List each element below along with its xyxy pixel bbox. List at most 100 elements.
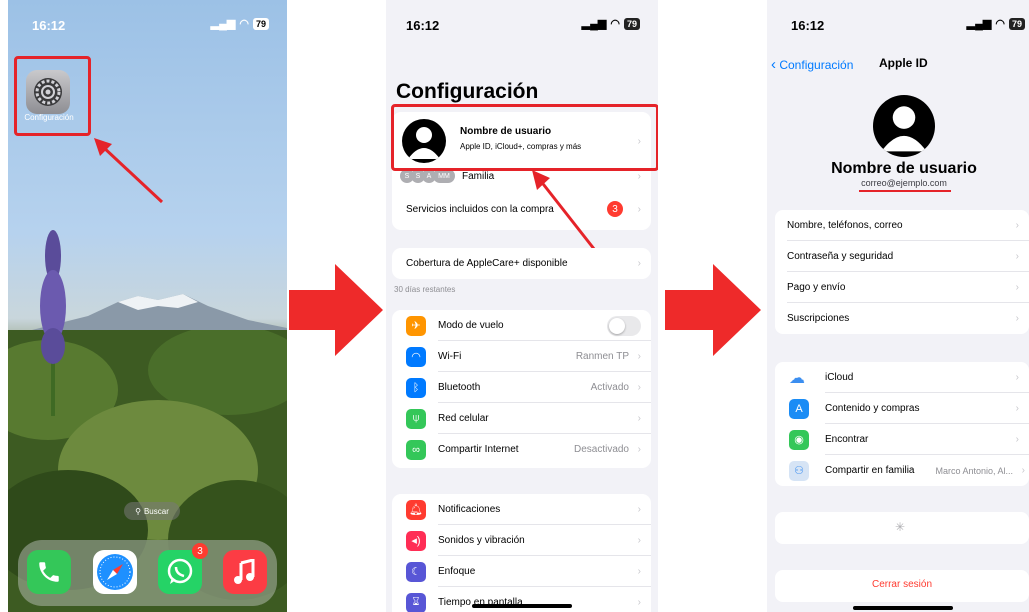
chevron-right-icon: › bbox=[637, 382, 641, 393]
home-indicator bbox=[853, 606, 953, 610]
home-screen: 16:12 ▂▄▆ ◠ 79 Configuración ⚲ Buscar 3 bbox=[8, 0, 287, 612]
search-icon: ⚲ bbox=[135, 506, 141, 516]
row-label: Compartir Internet bbox=[438, 444, 519, 455]
row-label: Contenido y compras bbox=[825, 403, 920, 414]
notifications-row[interactable]: 🔔︎ Notificaciones › bbox=[392, 494, 651, 525]
family-icon: ⚇ bbox=[789, 460, 809, 481]
family-avatar: MM bbox=[433, 169, 455, 183]
applecare-note: 30 días restantes bbox=[394, 285, 456, 294]
row-value: Ranmen TP bbox=[575, 351, 629, 362]
account-row[interactable]: Nombre, teléfonos, correo › bbox=[775, 210, 1029, 241]
icloud-row[interactable]: ☁ iCloud › bbox=[775, 362, 1029, 393]
signal-icon: ▂▄▆ bbox=[210, 18, 236, 30]
row-label: Modo de vuelo bbox=[438, 320, 504, 331]
speaker-icon: ◂) bbox=[406, 530, 426, 551]
row-label: Sonidos y vibración bbox=[438, 535, 525, 546]
wifi-icon: ◠ bbox=[995, 18, 1005, 30]
battery-icon: 79 bbox=[252, 17, 269, 30]
chevron-right-icon: › bbox=[637, 258, 641, 269]
chevron-right-icon: › bbox=[637, 413, 641, 424]
account-email: correo@ejemplo.com bbox=[861, 178, 947, 188]
airplane-mode-row[interactable]: ✈ Modo de vuelo bbox=[392, 310, 651, 341]
sign-out-card[interactable]: Cerrar sesión bbox=[775, 570, 1029, 602]
wifi-icon: ◠ bbox=[406, 346, 426, 367]
chevron-right-icon: › bbox=[637, 566, 641, 577]
account-card: Nombre, teléfonos, correo › Contraseña y… bbox=[775, 210, 1029, 334]
bluetooth-row[interactable]: ᛒ Bluetooth Activado › bbox=[392, 372, 651, 403]
chevron-right-icon: › bbox=[1015, 313, 1019, 324]
chevron-right-icon: › bbox=[1021, 465, 1025, 476]
loading-card: ✳ bbox=[775, 512, 1029, 544]
wifi-row[interactable]: ◠ Wi-Fi Ranmen TP › bbox=[392, 341, 651, 372]
music-note-icon bbox=[234, 559, 255, 584]
page-title: Configuración bbox=[396, 80, 539, 103]
signal-icon: ▂▄▆ bbox=[966, 18, 992, 30]
search-pill[interactable]: ⚲ Buscar bbox=[124, 502, 180, 520]
row-label: Suscripciones bbox=[787, 313, 850, 324]
airplane-icon: ✈ bbox=[406, 315, 426, 336]
safari-app-icon[interactable] bbox=[93, 550, 137, 594]
home-indicator bbox=[472, 604, 572, 608]
row-label: Enfoque bbox=[438, 566, 476, 577]
family-sharing-row[interactable]: ⚇ Compartir en familia Marco Antonio, Al… bbox=[775, 455, 1029, 486]
back-label: Configuración bbox=[779, 58, 854, 72]
chevron-right-icon: › bbox=[637, 170, 641, 182]
pointer-arrow-settings bbox=[94, 138, 164, 204]
account-row[interactable]: Pago y envío › bbox=[775, 272, 1029, 303]
person-icon bbox=[881, 106, 927, 152]
back-button[interactable]: ‹ Configuración bbox=[771, 56, 853, 73]
screen-time-row[interactable]: ⌛︎ Tiempo en pantalla › bbox=[392, 587, 651, 612]
family-label: Familia bbox=[462, 170, 495, 182]
battery-icon: 79 bbox=[623, 17, 640, 30]
services-row[interactable]: Servicios incluidos con la compra 3 › bbox=[392, 192, 651, 226]
focus-row[interactable]: ☾ Enfoque › bbox=[392, 556, 651, 587]
sign-out-button[interactable]: Cerrar sesión bbox=[775, 579, 1029, 590]
phone-icon bbox=[39, 562, 59, 582]
status-bar: 16:12 ▂▄▆ ◠ 79 bbox=[386, 0, 658, 40]
find-my-row[interactable]: ◉ Encontrar › bbox=[775, 424, 1029, 455]
sounds-row[interactable]: ◂) Sonidos y vibración › bbox=[392, 525, 651, 556]
whatsapp-icon bbox=[167, 558, 193, 584]
step-arrow-1 bbox=[289, 264, 383, 356]
row-label: Notificaciones bbox=[438, 504, 501, 515]
signal-icon: ▂▄▆ bbox=[581, 18, 607, 30]
search-label: Buscar bbox=[143, 506, 169, 516]
app-store-icon: A bbox=[789, 398, 809, 419]
chevron-right-icon: › bbox=[1015, 403, 1019, 414]
spinner-icon: ✳ bbox=[895, 520, 906, 534]
chevron-right-icon: › bbox=[1015, 434, 1019, 445]
chevron-right-icon: › bbox=[637, 535, 641, 546]
lupine-flower bbox=[40, 230, 66, 416]
applecare-card[interactable]: Cobertura de AppleCare+ disponible › bbox=[392, 248, 651, 279]
music-app-icon[interactable] bbox=[223, 550, 267, 594]
purchases-row[interactable]: A Contenido y compras › bbox=[775, 393, 1029, 424]
pointer-arrow-profile bbox=[532, 170, 600, 255]
status-icons: ▂▄▆ ◠ 79 bbox=[967, 17, 1025, 30]
chevron-left-icon: ‹ bbox=[771, 56, 776, 73]
chevron-right-icon: › bbox=[637, 504, 641, 515]
account-row[interactable]: Suscripciones › bbox=[775, 303, 1029, 334]
wifi-icon: ◠ bbox=[610, 18, 620, 30]
status-icons: ▂▄▆ ◠ 79 bbox=[582, 17, 640, 30]
chevron-right-icon: › bbox=[1015, 251, 1019, 262]
notifications-card: 🔔︎ Notificaciones › ◂) Sonidos y vibraci… bbox=[392, 494, 651, 612]
status-bar: 16:12 ▂▄▆ ◠ 79 bbox=[767, 0, 1029, 40]
cloud-icon: ☁ bbox=[789, 369, 805, 387]
chevron-right-icon: › bbox=[637, 444, 641, 455]
airplane-mode-toggle[interactable] bbox=[607, 315, 641, 336]
find-my-icon: ◉ bbox=[789, 429, 809, 450]
email-underline bbox=[859, 190, 951, 192]
family-avatars: S S A MM bbox=[400, 169, 455, 183]
phone-app-icon[interactable] bbox=[27, 550, 71, 594]
connectivity-card: ✈ Modo de vuelo ◠ Wi-Fi Ranmen TP › ᛒ Bl… bbox=[392, 310, 651, 468]
row-label: Pago y envío bbox=[787, 282, 846, 293]
row-label: Wi-Fi bbox=[438, 351, 462, 362]
avatar[interactable] bbox=[873, 95, 935, 157]
row-value: Activado bbox=[590, 382, 629, 393]
cellular-row[interactable]: ⍦ Red celular › bbox=[392, 403, 651, 434]
row-value: Marco Antonio, Al... bbox=[935, 465, 1013, 476]
account-row[interactable]: Contraseña y seguridad › bbox=[775, 241, 1029, 272]
hotspot-row[interactable]: ∞ Compartir Internet Desactivado › bbox=[392, 434, 651, 465]
apple-id-screen: 16:12 ▂▄▆ ◠ 79 ‹ Configuración Apple ID … bbox=[767, 0, 1029, 612]
row-label: Encontrar bbox=[825, 434, 869, 445]
